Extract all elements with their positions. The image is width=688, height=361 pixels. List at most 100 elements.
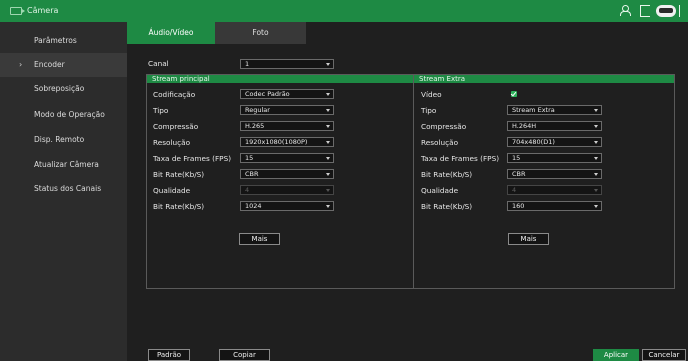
- sidebar-item-encoder[interactable]: › Encoder: [0, 53, 127, 77]
- chevron-right-icon: ›: [19, 60, 23, 69]
- chevron-down-icon: [594, 205, 598, 208]
- sidebar-item-parametros[interactable]: Parâmetros: [0, 29, 127, 53]
- sidebar-item-label: Status dos Canais: [34, 184, 102, 193]
- copy-button[interactable]: Copiar: [219, 349, 270, 361]
- extra-more-button[interactable]: Mais: [508, 233, 549, 245]
- chevron-down-icon: [326, 93, 330, 96]
- bitrate-select[interactable]: 1024: [240, 201, 334, 211]
- chevron-down-icon: [326, 63, 330, 66]
- extra-quality-select: 4: [507, 185, 602, 195]
- select-value: 1024: [245, 202, 262, 210]
- extra-compression-select[interactable]: H.264H: [507, 121, 602, 131]
- tab-foto[interactable]: Foto: [215, 22, 306, 44]
- field-label: Bit Rate(Kb/S): [153, 202, 205, 211]
- panel-header: Stream Extra: [414, 75, 674, 83]
- field-label: Resolução: [153, 138, 191, 147]
- default-button[interactable]: Padrão: [148, 349, 190, 361]
- title-bar: Câmera: [0, 0, 688, 22]
- chevron-down-icon: [594, 141, 598, 144]
- encoding-select[interactable]: Codec Padrão: [240, 89, 334, 99]
- cloud-icon[interactable]: [656, 5, 676, 17]
- cancel-button[interactable]: Cancelar: [642, 349, 686, 361]
- resolution-select[interactable]: 1920x1080(1080P): [240, 137, 334, 147]
- sidebar-item-label: Modo de Operação: [34, 110, 105, 119]
- sidebar-item-label: Sobreposição: [34, 84, 85, 93]
- select-value: CBR: [512, 170, 526, 178]
- select-value: 160: [512, 202, 525, 210]
- field-label: Taxa de Frames (FPS): [153, 154, 232, 163]
- window-title: Câmera: [27, 6, 59, 15]
- field-label: Codificação: [153, 90, 196, 99]
- select-value: H.264H: [512, 122, 537, 130]
- select-value: 15: [245, 154, 254, 162]
- bitrate-type-select[interactable]: CBR: [240, 169, 334, 179]
- select-value: Stream Extra: [512, 106, 555, 114]
- select-value: Codec Padrão: [245, 90, 290, 98]
- select-value: H.265: [245, 122, 265, 130]
- select-value: 1: [245, 60, 250, 68]
- sidebar-item-sobreposicao[interactable]: Sobreposição: [0, 77, 127, 101]
- select-value: 4: [512, 186, 517, 194]
- field-label: Bit Rate(Kb/S): [153, 170, 205, 179]
- sidebar-item-atualizar-camera[interactable]: Atualizar Câmera: [0, 153, 127, 177]
- sidebar-item-disp-remoto[interactable]: Disp. Remoto: [0, 128, 127, 152]
- logout-icon[interactable]: [640, 5, 650, 17]
- chevron-down-icon: [326, 157, 330, 160]
- extra-fps-select[interactable]: 15: [507, 153, 602, 163]
- select-value: 1920x1080(1080P): [245, 138, 308, 146]
- user-icon[interactable]: [620, 5, 633, 17]
- channel-select[interactable]: 1: [240, 59, 334, 69]
- field-label: Taxa de Frames (FPS): [421, 154, 500, 163]
- field-label: Bit Rate(Kb/S): [421, 170, 473, 179]
- field-label: Compressão: [421, 122, 467, 131]
- sidebar-item-status-canais[interactable]: Status dos Canais: [0, 177, 127, 201]
- chevron-down-icon: [594, 125, 598, 128]
- extra-bitrate-type-select[interactable]: CBR: [507, 169, 602, 179]
- field-label: Bit Rate(Kb/S): [421, 202, 473, 211]
- extra-bitrate-select[interactable]: 160: [507, 201, 602, 211]
- chevron-down-icon: [326, 125, 330, 128]
- field-label: Resolução: [421, 138, 459, 147]
- select-value: 704x480(D1): [512, 138, 555, 146]
- sidebar-item-label: Encoder: [34, 60, 65, 69]
- field-label: Qualidade: [421, 186, 459, 195]
- chevron-down-icon: [594, 189, 598, 192]
- main-content: Áudio/Vídeo Foto Canal 1 Stream principa…: [127, 22, 688, 361]
- chevron-down-icon: [326, 205, 330, 208]
- chevron-down-icon: [594, 109, 598, 112]
- chevron-down-icon: [326, 109, 330, 112]
- tab-audio-video[interactable]: Áudio/Vídeo: [127, 22, 215, 44]
- select-value: 4: [245, 186, 250, 194]
- compression-select[interactable]: H.265: [240, 121, 334, 131]
- field-label: Tipo: [153, 106, 169, 115]
- apply-button[interactable]: Aplicar: [593, 349, 639, 361]
- main-more-button[interactable]: Mais: [239, 233, 280, 245]
- tab-label: Áudio/Vídeo: [148, 28, 194, 37]
- menu-divider-icon[interactable]: [679, 5, 685, 17]
- select-value: CBR: [245, 170, 259, 178]
- select-value: Regular: [245, 106, 270, 114]
- chevron-down-icon: [326, 189, 330, 192]
- video-label: Vídeo: [421, 90, 442, 99]
- extra-type-select[interactable]: Stream Extra: [507, 105, 602, 115]
- chevron-down-icon: [594, 173, 598, 176]
- sidebar: Parâmetros › Encoder Sobreposição Modo de…: [0, 22, 127, 361]
- field-label: Tipo: [421, 106, 437, 115]
- sidebar-item-modo-operacao[interactable]: Modo de Operação: [0, 103, 127, 127]
- sidebar-item-label: Atualizar Câmera: [34, 160, 99, 169]
- video-checkbox[interactable]: [511, 91, 517, 97]
- chevron-down-icon: [326, 141, 330, 144]
- field-label: Compressão: [153, 122, 199, 131]
- camera-icon: [10, 7, 25, 15]
- chevron-down-icon: [594, 157, 598, 160]
- panel-header: Stream principal: [147, 75, 413, 83]
- type-select[interactable]: Regular: [240, 105, 334, 115]
- sidebar-item-label: Parâmetros: [34, 36, 77, 45]
- extra-resolution-select[interactable]: 704x480(D1): [507, 137, 602, 147]
- channel-label: Canal: [148, 59, 169, 68]
- tab-label: Foto: [252, 28, 269, 37]
- field-label: Qualidade: [153, 186, 191, 195]
- fps-select[interactable]: 15: [240, 153, 334, 163]
- sidebar-item-label: Disp. Remoto: [34, 135, 85, 144]
- quality-select: 4: [240, 185, 334, 195]
